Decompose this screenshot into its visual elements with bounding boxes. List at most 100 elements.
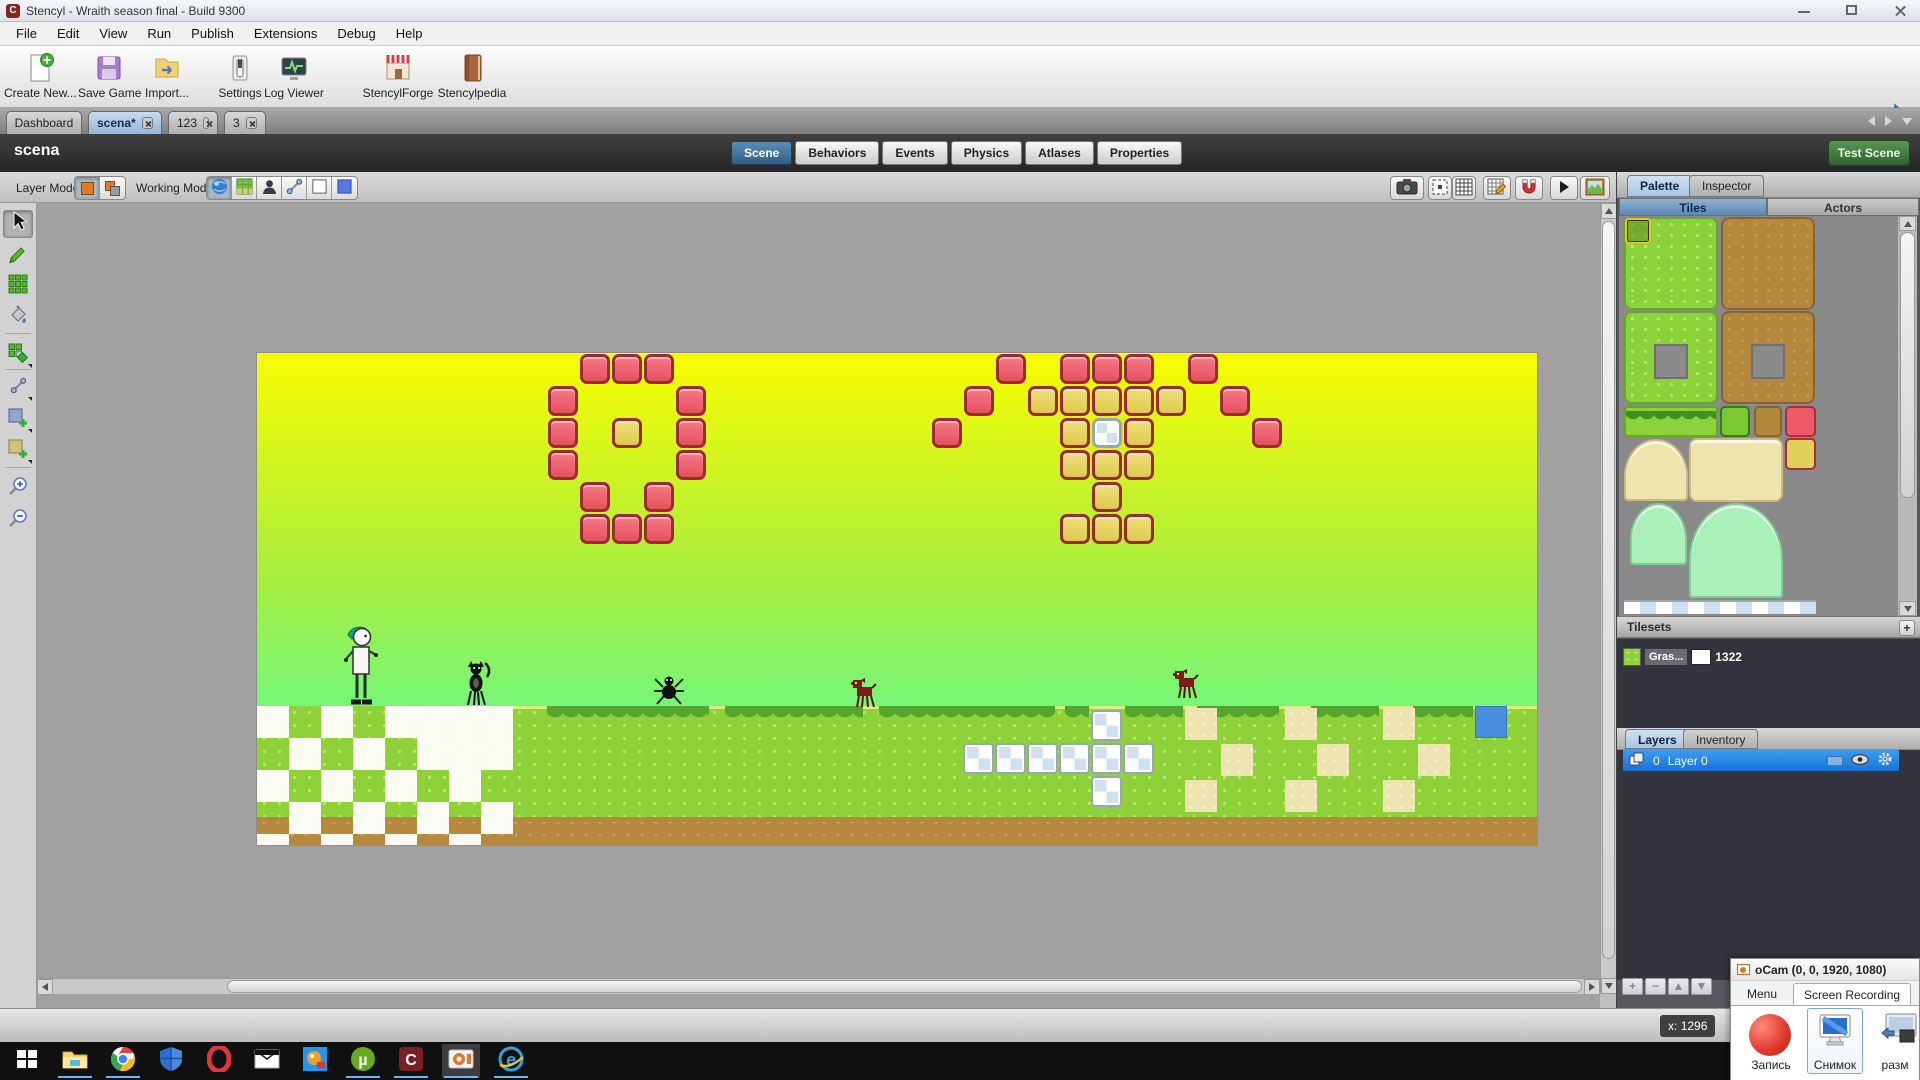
canvas-area[interactable]: [37, 203, 1600, 1008]
working-mode-actor-button[interactable]: [257, 177, 282, 199]
scene-section-physics[interactable]: Physics: [951, 141, 1022, 165]
checker-tile[interactable]: [257, 834, 289, 845]
cream-tile[interactable]: [1383, 708, 1415, 740]
ice-tile[interactable]: [1091, 710, 1122, 741]
checker-tile[interactable]: [449, 770, 481, 802]
move-layer-up-button[interactable]: ▲: [1668, 978, 1689, 995]
pink-block[interactable]: [1188, 354, 1218, 384]
tab-list-icon[interactable]: [1902, 118, 1912, 125]
layer-opacity-chip[interactable]: [1827, 756, 1843, 766]
camera-button[interactable]: [1390, 176, 1424, 200]
tiles-tool[interactable]: [3, 272, 33, 300]
blue-tile[interactable]: [1475, 706, 1507, 738]
checker-tile[interactable]: [257, 706, 289, 738]
yellow-block[interactable]: [1124, 514, 1154, 544]
layer-mode-stack-button[interactable]: [100, 177, 125, 199]
fill-tool[interactable]: [3, 303, 33, 331]
taskbar-explorer-button[interactable]: [56, 1044, 94, 1078]
yellow-block[interactable]: [1060, 418, 1090, 448]
checker-tile[interactable]: [321, 834, 353, 845]
taskbar-stencyl-button[interactable]: C: [392, 1044, 430, 1078]
panel-tab-palette[interactable]: Palette: [1627, 175, 1692, 197]
horizontal-scrollbar[interactable]: [37, 978, 1600, 994]
menu-file[interactable]: File: [6, 23, 47, 44]
joint-tool[interactable]: [3, 374, 33, 402]
menu-extensions[interactable]: Extensions: [244, 23, 328, 44]
scroll-right-button[interactable]: [1584, 979, 1600, 995]
palette-tile-green-hole[interactable]: [1624, 311, 1718, 404]
palette-tile-yellow-small[interactable]: [1785, 438, 1816, 470]
pink-block[interactable]: [964, 386, 994, 416]
yellow-block[interactable]: [1092, 386, 1122, 416]
cream-tile[interactable]: [1285, 708, 1317, 740]
terrain-tool[interactable]: [3, 437, 33, 465]
region-tool[interactable]: [3, 406, 33, 434]
spider-actor[interactable]: [653, 671, 685, 712]
checker-tile[interactable]: [353, 802, 385, 834]
checker-tile[interactable]: [449, 738, 481, 770]
tab-close-icon[interactable]: [203, 117, 209, 129]
tab-123[interactable]: 123: [168, 111, 218, 134]
yellow-block[interactable]: [1060, 514, 1090, 544]
pink-block[interactable]: [580, 514, 610, 544]
pink-block[interactable]: [1252, 418, 1282, 448]
checker-tile[interactable]: [289, 802, 321, 834]
grid-edit-button[interactable]: [1483, 176, 1511, 200]
panel-tab-inspector[interactable]: Inspector: [1689, 175, 1764, 197]
vscroll-thumb[interactable]: [1602, 221, 1615, 959]
background-button[interactable]: [1580, 176, 1610, 200]
taskbar-defender-button[interactable]: [152, 1044, 190, 1078]
yellow-block[interactable]: [1124, 450, 1154, 480]
zoom-out-tool[interactable]: [3, 506, 33, 534]
magnet-button[interactable]: [1515, 176, 1543, 200]
pink-block[interactable]: [580, 482, 610, 512]
add-tileset-button[interactable]: +: [1899, 620, 1915, 636]
pink-block[interactable]: [676, 450, 706, 480]
frame-button[interactable]: [1428, 176, 1452, 200]
yellow-block[interactable]: [1060, 450, 1090, 480]
scroll-left-button[interactable]: [37, 979, 53, 995]
pink-block[interactable]: [1092, 354, 1122, 384]
working-mode-tilemap-button[interactable]: [232, 177, 257, 199]
ocam-tab-screen-recording[interactable]: Screen Recording: [1793, 983, 1911, 1005]
pink-block[interactable]: [580, 354, 610, 384]
pink-block[interactable]: [548, 386, 578, 416]
ice-tile[interactable]: [1091, 776, 1122, 807]
yellow-block[interactable]: [1124, 418, 1154, 448]
taskbar-chrome-button[interactable]: [104, 1044, 142, 1078]
tab-dashboard[interactable]: Dashboard: [6, 111, 82, 134]
scene-section-events[interactable]: Events: [882, 141, 947, 165]
taskbar-opera-button[interactable]: [200, 1044, 238, 1078]
pink-block[interactable]: [644, 514, 674, 544]
pencil-tool[interactable]: [3, 242, 33, 270]
tileset-color-swatch[interactable]: [1691, 649, 1711, 665]
minimize-button[interactable]: [1794, 3, 1816, 19]
checker-tile[interactable]: [289, 738, 321, 770]
pink-block[interactable]: [1124, 354, 1154, 384]
layer-settings-icon[interactable]: [1877, 751, 1893, 770]
pink-block[interactable]: [996, 354, 1026, 384]
tab-close-icon[interactable]: [246, 117, 257, 129]
palette-scrollbar[interactable]: [1898, 216, 1917, 616]
checker-tile[interactable]: [385, 834, 417, 845]
layers-tab-inventory[interactable]: Inventory: [1683, 729, 1758, 749]
palette-tile-red-small[interactable]: [1785, 406, 1816, 437]
toolbar-create-new-button[interactable]: Create New...: [4, 48, 76, 106]
tileset-row[interactable]: Gras...1322: [1623, 647, 1742, 667]
pink-block[interactable]: [676, 386, 706, 416]
scene-ground[interactable]: [257, 706, 1537, 845]
palette-tile-grass-strip[interactable]: [1624, 406, 1718, 437]
working-mode-globe-button[interactable]: [207, 177, 232, 199]
robot-actor[interactable]: [344, 626, 378, 713]
menu-view[interactable]: View: [89, 23, 137, 44]
ice-tile[interactable]: [995, 743, 1026, 774]
layer-row[interactable]: 0Layer 0: [1623, 750, 1899, 771]
palette-scroll-down[interactable]: [1899, 601, 1916, 616]
pink-block[interactable]: [676, 418, 706, 448]
ice-tile[interactable]: [1123, 743, 1154, 774]
palette-tile-mint-dome[interactable]: [1630, 503, 1687, 565]
tab-close-icon[interactable]: [142, 117, 153, 129]
pink-block[interactable]: [1060, 354, 1090, 384]
checker-tile[interactable]: [417, 738, 449, 770]
cream-tile[interactable]: [1317, 744, 1349, 776]
